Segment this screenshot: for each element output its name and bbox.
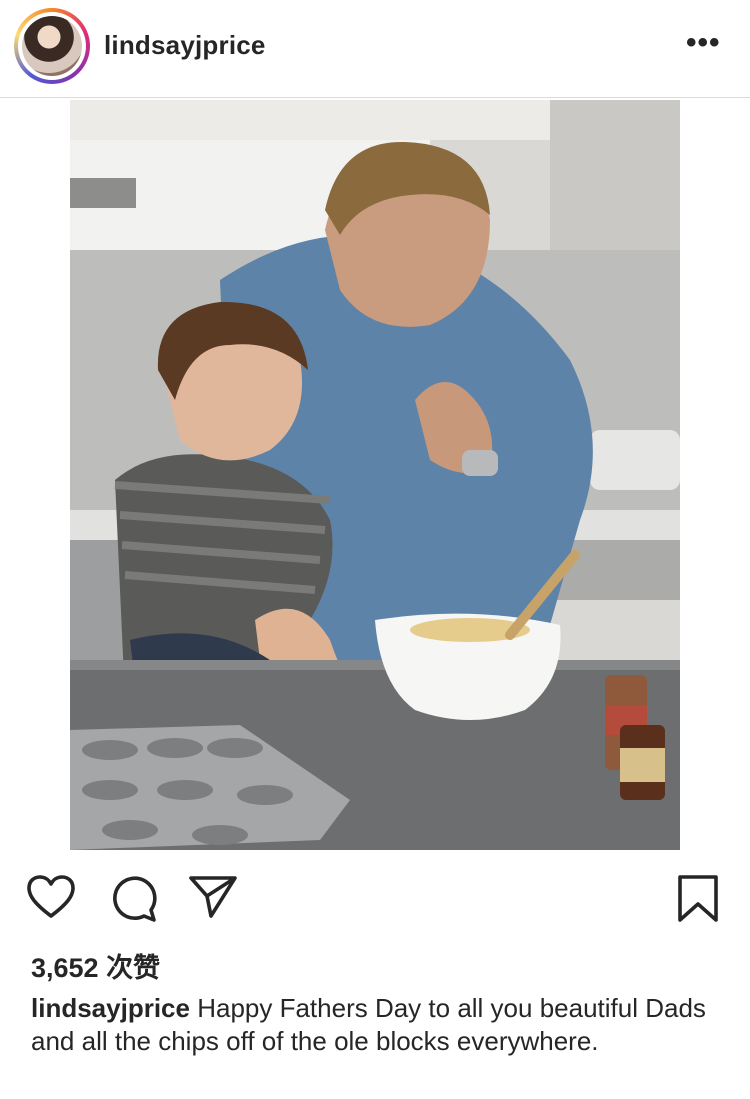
like-count[interactable]: 3,652 次赞 [31, 946, 160, 985]
bookmark-icon[interactable] [676, 874, 720, 924]
caption-username[interactable]: lindsayjprice [31, 993, 190, 1023]
muffin-cup [237, 785, 293, 805]
avatar-story-ring[interactable] [14, 8, 90, 84]
muffin-cup [102, 820, 158, 840]
muffin-cup [192, 825, 248, 845]
vanilla-label [620, 748, 665, 782]
heart-icon[interactable] [26, 874, 76, 920]
post-caption: lindsayjprice Happy Fathers Day to all y… [31, 992, 721, 1058]
wristwatch [462, 450, 498, 476]
counter-edge [70, 660, 680, 670]
muffin-cup [82, 740, 138, 760]
share-icon[interactable] [188, 874, 238, 920]
avatar-ring-gap [18, 12, 86, 80]
range-hood [550, 100, 680, 250]
muffin-cup [147, 738, 203, 758]
muffin-cup [82, 780, 138, 800]
muffin-cup [157, 780, 213, 800]
more-options-icon[interactable]: ••• [686, 28, 726, 58]
post-actions [0, 860, 750, 930]
pot [590, 430, 680, 490]
comment-icon[interactable] [108, 874, 158, 924]
shelf-items [70, 178, 136, 208]
post-photo-illustration [70, 100, 680, 850]
post-header: lindsayjprice ••• [0, 0, 750, 98]
post-image[interactable] [70, 100, 680, 850]
avatar[interactable] [22, 16, 82, 76]
muffin-cup [207, 738, 263, 758]
post-username[interactable]: lindsayjprice [104, 30, 266, 61]
